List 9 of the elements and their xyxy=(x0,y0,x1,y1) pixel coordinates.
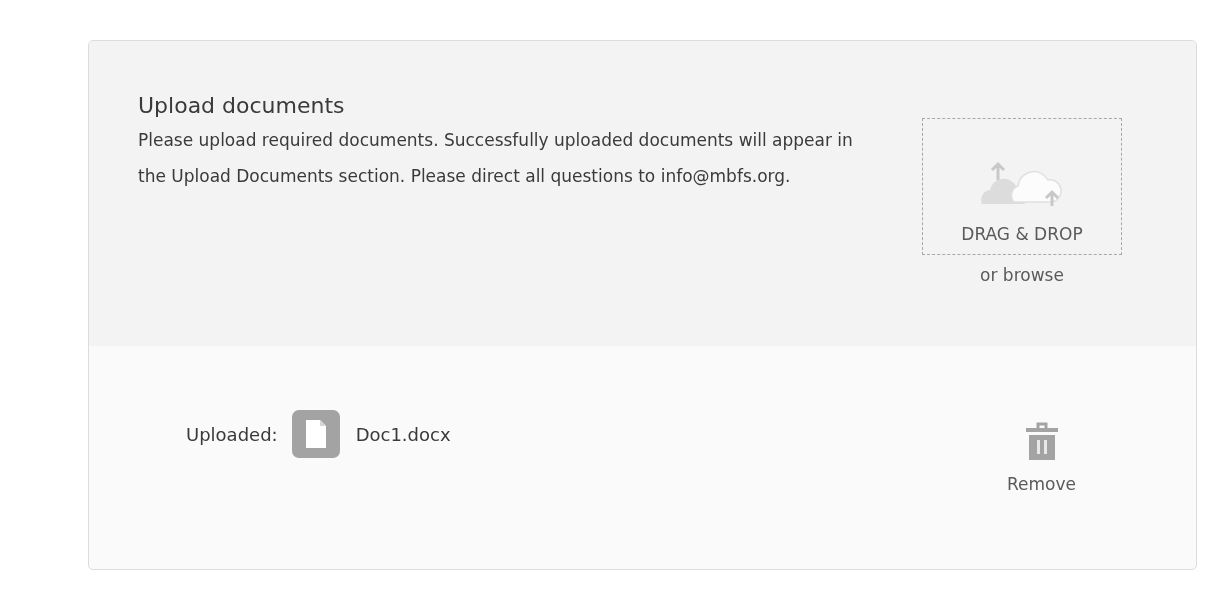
uploaded-label: Uploaded: xyxy=(186,423,278,445)
drop-zone[interactable]: DRAG & DROP xyxy=(922,118,1122,255)
document-icon xyxy=(291,410,340,458)
file-name: Doc1.docx xyxy=(355,423,451,445)
section-title: Upload documents xyxy=(138,93,346,118)
trash-icon xyxy=(1024,422,1059,462)
remove-button[interactable]: Remove xyxy=(1007,410,1076,494)
browse-link[interactable]: or browse xyxy=(980,265,1064,285)
instructions-text: Please upload required documents. Successfully uploaded documents will appear in the Upload Documents section. Please direct all questions to info@mbfs.org. xyxy=(138,129,854,188)
